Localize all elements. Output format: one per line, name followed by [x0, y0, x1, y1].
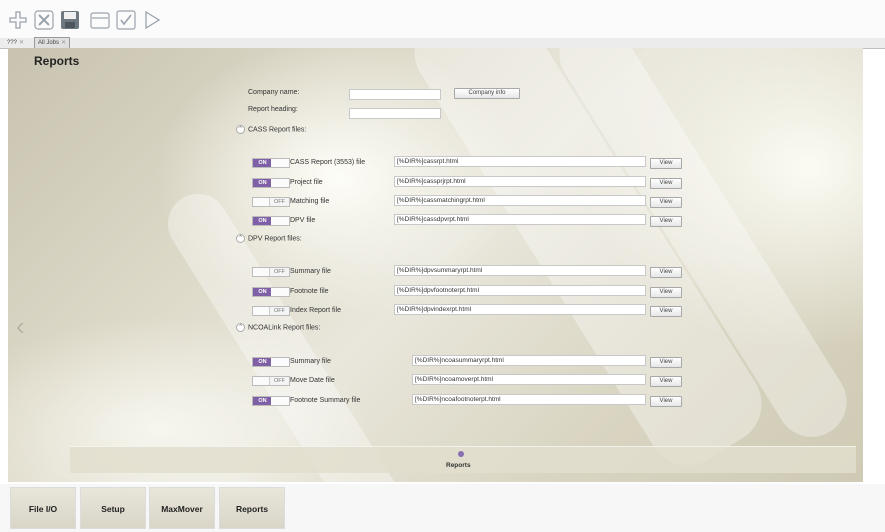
view-button[interactable]: View — [650, 158, 682, 169]
dpv-summary-path[interactable]: [%DIR%]dpvsummaryrpt.html — [394, 265, 646, 276]
toggle-knob — [271, 397, 289, 405]
ncoa-footnote-toggle[interactable]: ON — [252, 396, 290, 406]
report-heading-label: Report heading: — [248, 106, 298, 113]
toggle-state: ON — [253, 217, 272, 225]
ncoa-footnote-label: Footnote Summary file — [290, 397, 361, 404]
cass-section-title: CASS Report files: — [248, 126, 307, 134]
toggle-knob — [271, 288, 289, 296]
company-name-label: Company name: — [248, 89, 300, 96]
dpv-section-header[interactable]: ^ DPV Report files: — [236, 234, 302, 243]
pager-label: Reports — [446, 462, 471, 469]
tab-unknown[interactable]: ??? ✕ — [4, 38, 27, 48]
dpv-footnote-toggle[interactable]: ON — [252, 287, 290, 297]
view-button[interactable]: View — [650, 306, 682, 317]
reports-panel: Reports Company name: Company info Repor… — [8, 48, 863, 482]
view-button[interactable]: View — [650, 178, 682, 189]
matching-file-toggle[interactable]: OFF — [252, 197, 290, 207]
toggle-state: OFF — [269, 268, 289, 276]
toggle-knob — [271, 159, 289, 167]
view-button[interactable]: View — [650, 267, 682, 278]
ncoa-summary-path[interactable]: [%DIR%]ncoasummaryrpt.html — [412, 355, 646, 366]
toggle-state: ON — [253, 358, 272, 366]
close-icon[interactable]: ✕ — [19, 40, 24, 46]
delete-icon[interactable] — [34, 10, 54, 30]
toggle-state: OFF — [269, 307, 289, 315]
toggle-state: ON — [253, 179, 272, 187]
ncoa-move-date-toggle[interactable]: OFF — [252, 376, 290, 386]
chevron-left-icon[interactable]: ‹ — [16, 311, 25, 342]
view-button[interactable]: View — [650, 376, 682, 387]
dpv-file-path[interactable]: [%DIR%]cassdpvrpt.html — [394, 214, 646, 225]
dpv-file-label: DPV file — [290, 217, 316, 224]
matching-file-path[interactable]: [%DIR%]cassmatchingrpt.html — [394, 195, 646, 206]
toggle-state: OFF — [269, 377, 289, 385]
play-icon[interactable] — [142, 10, 162, 30]
toggle-knob — [271, 358, 289, 366]
project-file-toggle[interactable]: ON — [252, 178, 290, 188]
cass-report-toggle[interactable]: ON — [252, 158, 290, 168]
report-heading-input[interactable] — [349, 108, 441, 119]
view-button[interactable]: View — [650, 216, 682, 227]
company-info-button[interactable]: Company info — [454, 88, 520, 99]
view-button[interactable]: View — [650, 197, 682, 208]
toggle-state: ON — [253, 159, 272, 167]
tab-all-jobs[interactable]: All Jobs ✕ — [34, 37, 71, 48]
close-icon[interactable]: ✕ — [61, 40, 66, 46]
toggle-knob — [271, 217, 289, 225]
ncoa-section-header[interactable]: ^ NCOALink Report files: — [236, 323, 320, 332]
check-icon[interactable] — [116, 10, 136, 30]
page-title: Reports — [34, 54, 80, 68]
tab-label: ??? — [7, 40, 18, 46]
tab-label: All Jobs — [38, 40, 60, 46]
toggle-state: OFF — [269, 198, 289, 206]
save-icon[interactable] — [60, 10, 80, 30]
page-indicator-dot[interactable] — [458, 451, 464, 457]
cass-section-header[interactable]: ^ CASS Report files: — [236, 125, 306, 134]
chevron-up-icon: ^ — [236, 323, 245, 332]
nav-setup-button[interactable]: Setup — [80, 487, 146, 529]
project-file-label: Project file — [290, 179, 323, 186]
dpv-file-toggle[interactable]: ON — [252, 216, 290, 226]
cass-report-label: CASS Report (3553) file — [290, 159, 366, 166]
ncoa-footnote-path[interactable]: [%DIR%]ncoafootnoterpt.html — [412, 394, 646, 405]
dpv-summary-label: Summary file — [290, 268, 331, 275]
cass-report-path[interactable]: [%DIR%]cassrpt.html — [394, 156, 646, 167]
background-streak — [156, 182, 420, 482]
ncoa-move-date-label: Move Date file — [290, 377, 335, 384]
ncoa-move-date-path[interactable]: [%DIR%]ncoamoverpt.html — [412, 374, 646, 385]
toggle-state: ON — [253, 288, 272, 296]
nav-file-io-button[interactable]: File I/O — [10, 487, 76, 529]
view-button[interactable]: View — [650, 396, 682, 407]
matching-file-label: Matching file — [290, 198, 330, 205]
view-button[interactable]: View — [650, 287, 682, 298]
ncoa-section-title: NCOALink Report files: — [248, 324, 321, 332]
chevron-up-icon: ^ — [236, 125, 245, 134]
add-icon[interactable] — [8, 10, 28, 30]
dpv-summary-toggle[interactable]: OFF — [252, 267, 290, 277]
dpv-section-title: DPV Report files: — [248, 235, 302, 243]
dpv-index-path[interactable]: [%DIR%]dpvindexrpt.html — [394, 304, 646, 315]
dpv-index-toggle[interactable]: OFF — [252, 306, 290, 316]
folder-icon[interactable] — [90, 10, 110, 30]
dpv-footnote-label: Footnote file — [290, 288, 329, 295]
nav-maxmover-button[interactable]: MaxMover — [149, 487, 215, 529]
bottom-nav: File I/O Setup MaxMover Reports — [0, 484, 885, 532]
company-name-input[interactable] — [349, 89, 441, 100]
toggle-state: ON — [253, 397, 272, 405]
toolbar — [0, 0, 885, 39]
nav-reports-button[interactable]: Reports — [219, 487, 285, 529]
ncoa-summary-toggle[interactable]: ON — [252, 357, 290, 367]
dpv-footnote-path[interactable]: [%DIR%]dpvfootnoterpt.html — [394, 285, 646, 296]
chevron-up-icon: ^ — [236, 234, 245, 243]
project-file-path[interactable]: [%DIR%]cassprjrpt.html — [394, 176, 646, 187]
view-button[interactable]: View — [650, 357, 682, 368]
toggle-knob — [271, 179, 289, 187]
ncoa-summary-label: Summary file — [290, 358, 331, 365]
dpv-index-label: Index Report file — [290, 307, 341, 314]
